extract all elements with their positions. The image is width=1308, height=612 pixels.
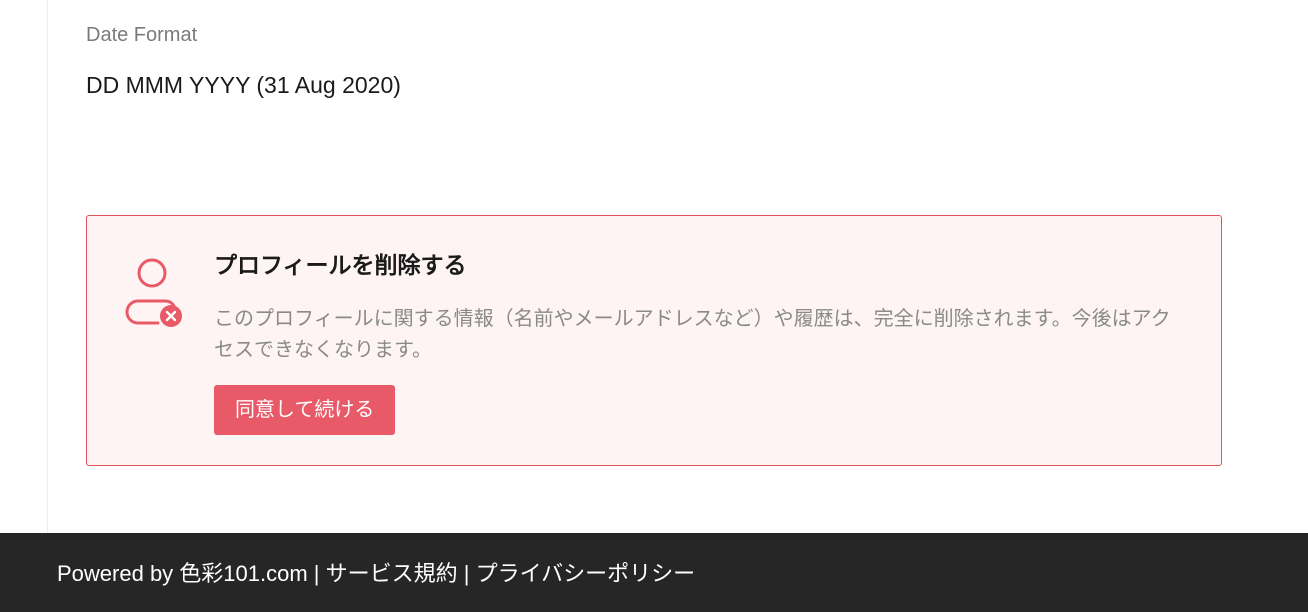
agree-and-continue-button[interactable]: 同意して続ける (214, 385, 396, 435)
date-format-label: Date Format (86, 24, 198, 46)
settings-page: Date Format DD MMM YYYY (31 Aug 2020) プロ… (0, 0, 1308, 612)
delete-profile-title: プロフィールを削除する (214, 252, 467, 278)
footer-links: Powered by 色彩101.com | サービス規約 | プライバシーポリ… (57, 560, 695, 588)
terms-of-service-link[interactable]: サービス規約 (326, 561, 458, 586)
delete-profile-card: プロフィールを削除する このプロフィールに関する情報（名前やメールアドレスなど）… (86, 215, 1222, 466)
footer: Powered by 色彩101.com | サービス規約 | プライバシーポリ… (0, 533, 1308, 612)
powered-by-link[interactable]: Powered by 色彩101.com (57, 561, 308, 586)
user-remove-icon (125, 256, 185, 332)
footer-separator: | (463, 561, 470, 586)
footer-separator: | (313, 561, 320, 586)
content-left-border (47, 0, 48, 533)
delete-profile-description: このプロフィールに関する情報（名前やメールアドレスなど）や履歴は、完全に削除され… (214, 308, 1171, 361)
privacy-policy-link[interactable]: プライバシーポリシー (476, 561, 696, 586)
date-format-value: DD MMM YYYY (31 Aug 2020) (86, 72, 401, 98)
